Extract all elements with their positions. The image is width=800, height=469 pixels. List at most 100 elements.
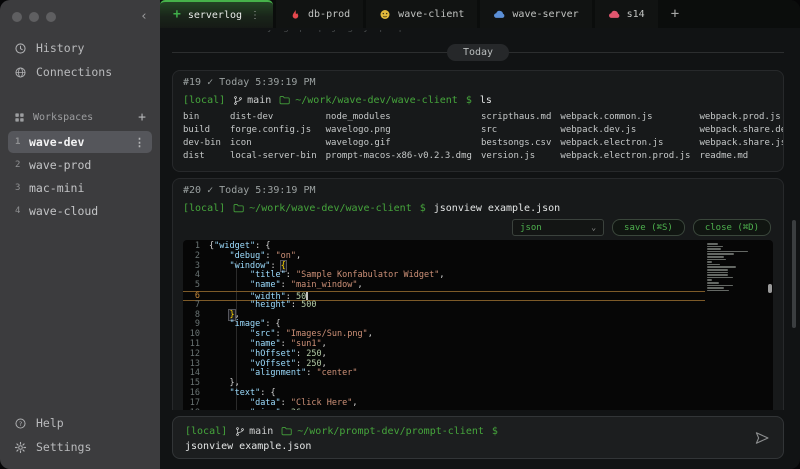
cwd-path: ~/work/wave-dev/wave-client: [295, 95, 458, 106]
file-name: webpack.electron.prod.js: [560, 150, 690, 163]
code-line[interactable]: 7 "height": 500: [183, 301, 705, 311]
file-name: wavelogo.gif: [326, 137, 472, 150]
minimap-line: [707, 285, 733, 287]
tab-serverlog[interactable]: +serverlog⋮: [160, 0, 273, 28]
workspaces-title: Workspaces: [33, 112, 93, 123]
tab-db-prod[interactable]: db-prod: [276, 0, 363, 28]
minimap-line: [707, 274, 728, 276]
command-input[interactable]: [local] main ~/w: [172, 416, 784, 459]
file-name: webpack.share.js: [699, 137, 784, 150]
editor-code-area[interactable]: 1{"widget": {2 "debug": "on",3 "window":…: [183, 240, 705, 410]
minimap-line: [707, 277, 733, 279]
today-pill[interactable]: Today: [447, 44, 509, 61]
minimap-line: [707, 251, 748, 253]
file-name: bin: [183, 111, 221, 124]
sidebar-item-help[interactable]: ? Help: [0, 411, 160, 435]
file-column: dist-devforge.config.jsiconlocal-server-…: [230, 111, 317, 163]
minimap-line: [707, 279, 712, 281]
send-icon[interactable]: [753, 429, 771, 447]
minimap-line: [707, 266, 736, 268]
block-number: #19: [183, 77, 201, 88]
text-cursor: [306, 292, 308, 300]
tab-wave-server[interactable]: wave-server: [480, 0, 591, 28]
block-header: #20 ✓ Today 5:39:19 PM: [183, 185, 773, 200]
sidebar-item-connections[interactable]: Connections: [0, 60, 160, 84]
code-line[interactable]: 14 "alignment": "center": [183, 369, 705, 379]
block-check-icon: ✓: [207, 185, 213, 196]
tab-menu-icon[interactable]: ⋮: [250, 10, 260, 21]
prompt-line: [local] main ~/w: [183, 92, 773, 108]
titlebar: ‹: [0, 0, 160, 34]
command-block-19: #19 ✓ Today 5:39:19 PM [local] main: [172, 70, 784, 172]
sidebar-item-settings[interactable]: Settings: [0, 435, 160, 459]
prompt-sigil: $: [466, 95, 472, 106]
new-tab-button[interactable]: +: [661, 0, 689, 28]
connections-label: Connections: [36, 65, 112, 79]
minimap-line: [707, 243, 718, 245]
minimap-line: [707, 272, 728, 274]
tab-label: wave-client: [398, 9, 464, 20]
sidebar-item-wave-cloud[interactable]: 4wave-cloud: [8, 200, 152, 222]
file-name: src: [481, 124, 551, 137]
line-number: 18: [183, 409, 209, 410]
traffic-light-close[interactable]: [12, 12, 22, 22]
mode-dropdown-value: json: [520, 223, 542, 233]
json-editor[interactable]: 1{"widget": {2 "debug": "on",3 "window":…: [183, 240, 773, 410]
command-input-area: [local] main ~/w: [160, 410, 800, 469]
sidebar-item-history[interactable]: History: [0, 36, 160, 60]
main-area: +serverlog⋮db-prod wave-client wave-server…: [160, 0, 800, 469]
help-label: Help: [36, 416, 64, 430]
folder-icon: [281, 426, 292, 436]
sidebar-item-wave-prod[interactable]: 2wave-prod: [8, 154, 152, 176]
sidebar-collapse-icon[interactable]: ‹: [140, 12, 148, 22]
file-column: scripthaus.mdsrcbestsongs.csvversion.js: [481, 111, 551, 163]
close-button[interactable]: close (⌘D): [693, 219, 771, 236]
code-line[interactable]: 18 "size": 36,: [183, 409, 705, 410]
folder-icon: [279, 95, 290, 105]
prompt-line: [local] ~/work/wave-dev/wave-client $ js…: [183, 200, 773, 216]
sidebar-spacer: [0, 223, 160, 411]
tab-wave-client[interactable]: wave-client: [366, 0, 477, 28]
traffic-light-zoom[interactable]: [46, 12, 56, 22]
main-scrollbar-thumb[interactable]: [792, 220, 796, 328]
history-label: History: [36, 41, 84, 55]
file-name: local-server-bin: [230, 150, 317, 163]
tab-label: wave-server: [512, 9, 578, 20]
file-name: dev-bin: [183, 137, 221, 150]
editor-scrollbar-thumb[interactable]: [768, 284, 772, 293]
file-name: webpack.dev.js: [560, 124, 690, 137]
traffic-light-minimize[interactable]: [29, 12, 39, 22]
gear-icon: [14, 441, 27, 454]
help-icon: ?: [14, 417, 27, 430]
workspace-menu-icon[interactable]: ⋮: [134, 136, 145, 149]
file-name: webpack.prod.js: [699, 111, 784, 124]
input-command-text[interactable]: jsonview example.json: [185, 441, 743, 452]
code-text: "width": 50: [209, 292, 308, 300]
app-window: ‹ History Connections: [0, 0, 800, 469]
timeline-divider: Today: [172, 40, 784, 64]
command-text: jsonview example.json: [434, 203, 560, 214]
code-text: "name": "main_window",: [209, 281, 363, 291]
mode-dropdown[interactable]: json ⌄: [512, 219, 604, 236]
code-line[interactable]: 5 "name": "main_window",: [183, 281, 705, 291]
add-workspace-button[interactable]: +: [138, 110, 146, 125]
workspace-number: 4: [15, 206, 29, 216]
command-block-20: #20 ✓ Today 5:39:19 PM [local] ~/work/wa…: [172, 178, 784, 410]
editor-scrollbar[interactable]: [767, 240, 773, 410]
sidebar-item-mac-mini[interactable]: 3mac-mini: [8, 177, 152, 199]
editor-minimap[interactable]: [705, 240, 767, 410]
tab-s14[interactable]: s14: [595, 0, 658, 28]
scrolled-remnant: y g p q j g y p q: [172, 30, 784, 36]
file-name: bestsongs.csv: [481, 137, 551, 150]
sidebar-item-wave-dev[interactable]: 1wave-dev⋮: [8, 131, 152, 153]
block-check-icon: ✓: [207, 77, 213, 88]
cwd-path: ~/work/prompt-dev/prompt-client: [297, 426, 484, 437]
prompt-cwd: ~/work/prompt-dev/prompt-client: [281, 426, 484, 437]
code-text: "size": 36,: [209, 409, 306, 410]
file-name: webpack.electron.js: [560, 137, 690, 150]
block-timestamp: Today 5:39:19 PM: [219, 185, 315, 196]
settings-label: Settings: [36, 440, 91, 454]
save-button[interactable]: save (⌘S): [612, 219, 685, 236]
chevron-down-icon: ⌄: [591, 223, 596, 232]
tab-bar: +serverlog⋮db-prod wave-client wave-server…: [160, 0, 800, 28]
